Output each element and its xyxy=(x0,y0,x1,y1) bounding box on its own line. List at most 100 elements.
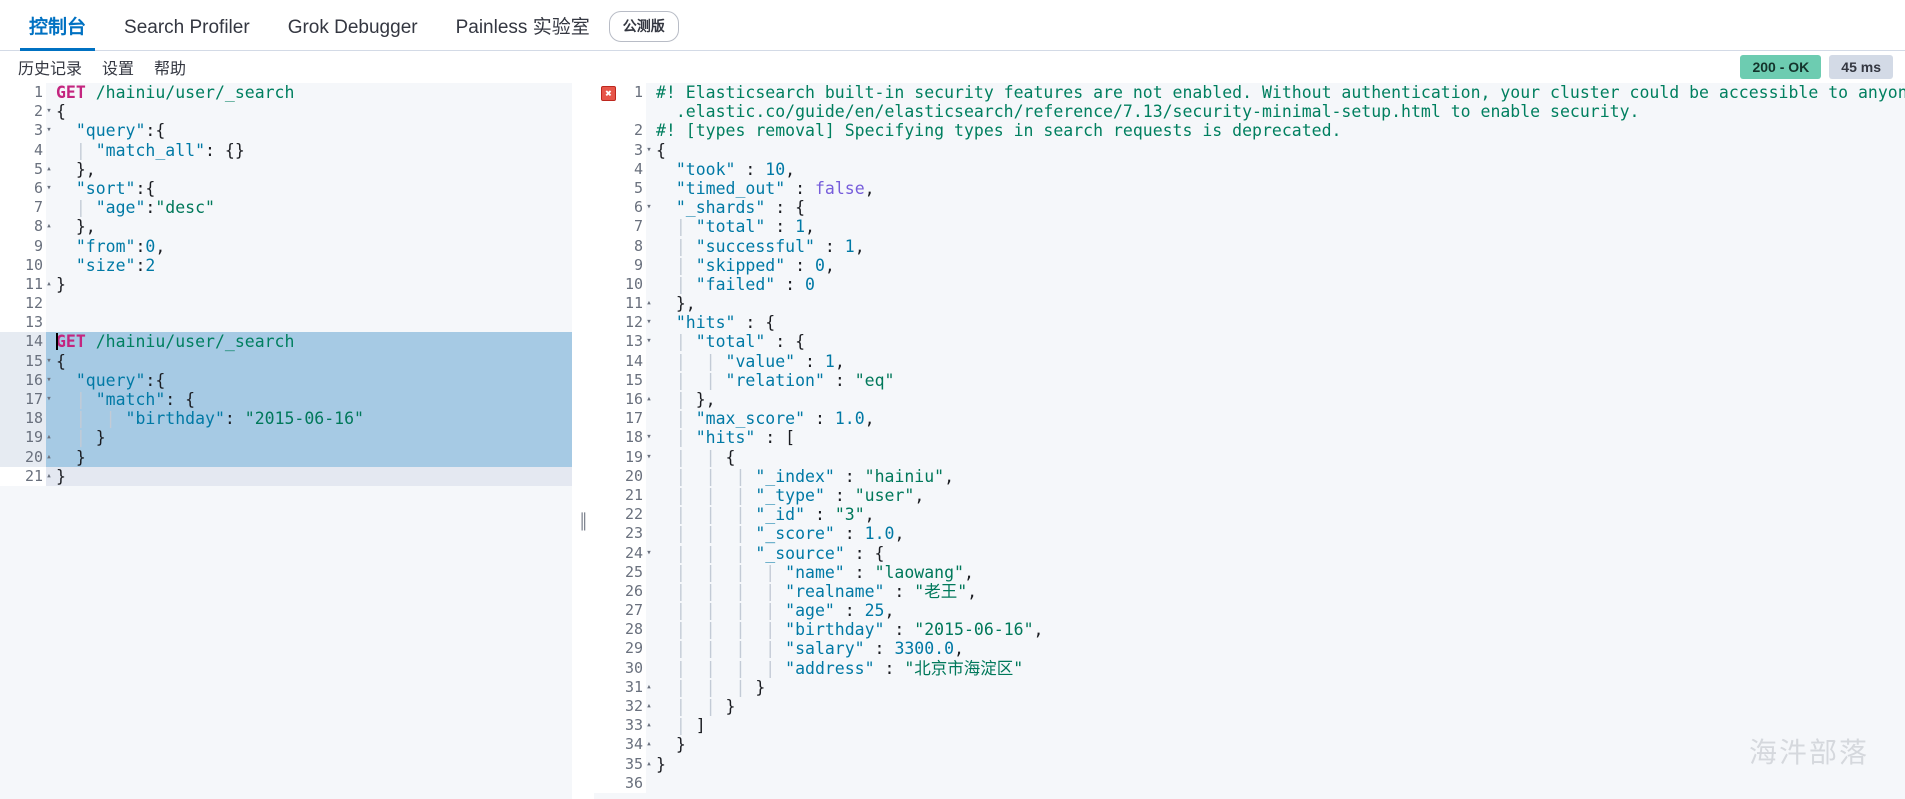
output-line[interactable]: 28 | | | | "birthday" : "2015-06-16", xyxy=(594,620,1905,640)
output-line[interactable]: 16 ▴ | }, xyxy=(594,390,1905,410)
output-line[interactable]: 12 ▾ "hits" : { xyxy=(594,313,1905,333)
output-line-text[interactable]: | | | | "address" : "北京市海淀区" xyxy=(646,658,1905,678)
output-line[interactable]: 3 ▾{ xyxy=(594,140,1905,160)
output-line[interactable]: 6 ▾ "_shards" : { xyxy=(594,198,1905,218)
output-line[interactable]: 15 | | "relation" : "eq" xyxy=(594,370,1905,390)
output-line[interactable]: 27 | | | | "age" : 25, xyxy=(594,601,1905,621)
output-line-text[interactable]: | "max_score" : 1.0, xyxy=(646,409,1905,429)
fold-open-icon[interactable]: ▾ xyxy=(44,371,54,390)
output-line-text[interactable]: | | "relation" : "eq" xyxy=(646,370,1905,390)
output-line[interactable]: 21 | | | "_type" : "user", xyxy=(594,485,1905,506)
fold-close-icon[interactable]: ▴ xyxy=(44,428,54,447)
output-line[interactable]: 2 #! [types removal] Specifying types in … xyxy=(594,121,1905,141)
editor-line-text[interactable]: } xyxy=(46,466,572,486)
output-line-text[interactable]: | ] xyxy=(646,716,1905,736)
editor-line[interactable]: 16 ▾ "query":{ xyxy=(0,370,572,390)
fold-open-icon[interactable]: ▾ xyxy=(44,179,54,198)
editor-line-text[interactable]: | | "birthday": "2015-06-16" xyxy=(46,409,572,429)
editor-line-text[interactable]: } xyxy=(46,447,572,467)
fold-open-icon[interactable]: ▾ xyxy=(44,102,54,121)
output-line-text[interactable]: | | | "_id" : "3", xyxy=(646,505,1905,525)
output-line[interactable]: 1 ✖ #! Elasticsearch built-in security fea… xyxy=(594,83,1905,103)
editor-line-text[interactable]: "query":{ xyxy=(46,370,572,390)
output-line-text[interactable]: | | | } xyxy=(646,677,1905,697)
fold-open-icon[interactable]: ▾ xyxy=(44,121,54,140)
output-line-text[interactable]: | | | "_score" : 1.0, xyxy=(646,524,1905,544)
output-line[interactable]: 29 | | | | "salary" : 3300.0, xyxy=(594,639,1905,659)
output-line-text[interactable]: "_shards" : { xyxy=(646,198,1905,218)
output-line-text[interactable]: | | } xyxy=(646,697,1905,717)
output-line-text[interactable]: | | | | "salary" : 3300.0, xyxy=(646,639,1905,659)
output-line-text[interactable]: | | | "_index" : "hainiu", xyxy=(646,466,1905,486)
menu-item-history[interactable]: 历史记录 xyxy=(8,55,92,79)
output-line-text[interactable]: } xyxy=(646,735,1905,755)
response-output-pane[interactable]: ║ 1✖#! Elasticsearch built-in security f… xyxy=(594,83,1905,799)
fold-open-icon[interactable]: ▾ xyxy=(644,141,654,160)
editor-line[interactable]: 18 | | "birthday": "2015-06-16" xyxy=(0,409,572,429)
tab-painless-lab[interactable]: Painless 实验室 xyxy=(437,18,609,50)
output-line-text[interactable]: | | | "_type" : "user", xyxy=(646,485,1905,506)
output-line-text[interactable]: }, xyxy=(646,294,1905,314)
output-line-text[interactable]: | | | | "realname" : "老王", xyxy=(646,581,1905,602)
editor-line-text[interactable]: }, xyxy=(46,159,572,179)
editor-line-text[interactable]: | } xyxy=(46,428,572,448)
output-line[interactable]: 9 | "skipped" : 0, xyxy=(594,255,1905,275)
output-line-text[interactable]: | "failed" : 0 xyxy=(646,274,1905,295)
output-line-text[interactable]: | | | | "birthday" : "2015-06-16", xyxy=(646,620,1905,640)
output-line[interactable]: 14 | | "value" : 1, xyxy=(594,351,1905,371)
output-line-text[interactable]: | }, xyxy=(646,390,1905,410)
editor-line-text[interactable]: "query":{ xyxy=(46,121,572,141)
editor-line[interactable]: 7 | "age":"desc" xyxy=(0,198,572,218)
output-line[interactable]: 24 ▾ | | | "_source" : { xyxy=(594,543,1905,563)
editor-line-text[interactable]: "from":0, xyxy=(46,236,572,256)
fold-close-icon[interactable]: ▴ xyxy=(644,294,654,313)
output-line[interactable]: 17 | "max_score" : 1.0, xyxy=(594,409,1905,429)
fold-open-icon[interactable]: ▾ xyxy=(44,352,54,371)
fold-close-icon[interactable]: ▴ xyxy=(44,275,54,294)
fold-open-icon[interactable]: ▾ xyxy=(644,448,654,467)
fold-close-icon[interactable]: ▴ xyxy=(644,697,654,716)
output-line-text[interactable]: | | | "_source" : { xyxy=(646,543,1905,563)
fold-open-icon[interactable]: ▾ xyxy=(644,544,654,563)
output-line[interactable]: 13 ▾ | "total" : { xyxy=(594,332,1905,352)
output-line-text[interactable]: "took" : 10, xyxy=(646,159,1905,179)
editor-line[interactable]: 20 ▴ } xyxy=(0,447,572,467)
editor-line-text[interactable]: | "match_all": {} xyxy=(46,140,572,160)
fold-close-icon[interactable]: ▴ xyxy=(44,160,54,179)
editor-line[interactable]: 3 ▾ "query":{ xyxy=(0,121,572,141)
output-line[interactable]: 35 ▴} xyxy=(594,754,1905,774)
output-line-text[interactable]: .elastic.co/guide/en/elasticsearch/refer… xyxy=(646,102,1905,122)
request-editor-code[interactable]: 1 GET /hainiu/user/_search 2 ▾{3 ▾ "query":{… xyxy=(0,83,572,799)
request-editor-pane[interactable]: 1 GET /hainiu/user/_search 2 ▾{3 ▾ "query":{… xyxy=(0,83,572,799)
output-line-text[interactable]: | "hits" : [ xyxy=(646,428,1905,448)
output-line-text[interactable]: | "total" : { xyxy=(646,332,1905,352)
fold-close-icon[interactable]: ▴ xyxy=(44,217,54,236)
editor-line[interactable]: 13 xyxy=(0,313,572,333)
editor-line-text[interactable]: "sort":{ xyxy=(46,178,572,199)
editor-line-text[interactable]: }, xyxy=(46,217,572,237)
editor-line[interactable]: 17 ▾ | "match": { xyxy=(0,390,572,410)
output-line[interactable]: 22 | | | "_id" : "3", xyxy=(594,505,1905,525)
output-line[interactable]: 30 | | | | "address" : "北京市海淀区" xyxy=(594,658,1905,678)
tab-search-profiler[interactable]: Search Profiler xyxy=(105,18,269,50)
output-line-text[interactable]: | | "value" : 1, xyxy=(646,351,1905,371)
output-line[interactable]: 7 | "total" : 1, xyxy=(594,217,1905,237)
fold-close-icon[interactable]: ▴ xyxy=(44,448,54,467)
output-line-text[interactable]: | "total" : 1, xyxy=(646,217,1905,237)
output-line-text[interactable]: #! Elasticsearch built-in security featu… xyxy=(646,83,1905,103)
output-line-text[interactable]: } xyxy=(646,754,1905,774)
output-line-text[interactable]: | | { xyxy=(646,447,1905,467)
editor-line-text[interactable]: | "match": { xyxy=(46,390,572,410)
fold-close-icon[interactable]: ▴ xyxy=(644,735,654,754)
output-line[interactable]: 31 ▴ | | | } xyxy=(594,677,1905,697)
editor-line-text[interactable]: } xyxy=(46,274,572,295)
editor-line-text[interactable] xyxy=(46,313,572,333)
fold-close-icon[interactable]: ▴ xyxy=(644,390,654,409)
output-line-text[interactable]: | "successful" : 1, xyxy=(646,236,1905,256)
output-line[interactable]: 18 ▾ | "hits" : [ xyxy=(594,428,1905,448)
output-line[interactable]: 34 ▴ } xyxy=(594,735,1905,755)
output-line[interactable]: 33 ▴ | ] xyxy=(594,716,1905,736)
editor-line-text[interactable]: GET /hainiu/user/_search xyxy=(46,83,572,103)
editor-line[interactable]: 11 ▴} xyxy=(0,274,572,295)
editor-line[interactable]: 4 | "match_all": {} xyxy=(0,140,572,160)
